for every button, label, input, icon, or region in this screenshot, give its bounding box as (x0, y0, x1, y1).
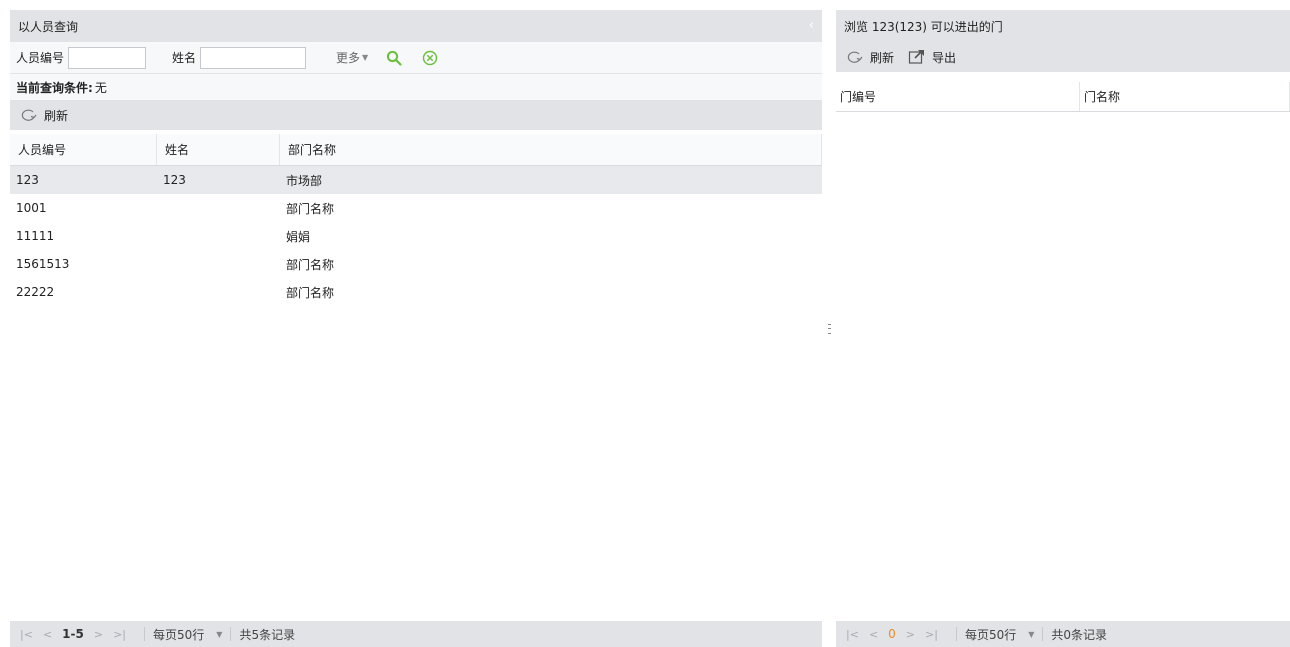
caret-down-icon: ▼ (1028, 629, 1035, 639)
last-page-icon[interactable]: >| (113, 628, 126, 641)
more-toggle[interactable]: 更多 ▼ (336, 49, 368, 66)
panel-splitter[interactable] (822, 10, 836, 647)
panel-header: 以人员查询 ‹ (10, 10, 822, 42)
page-size-select[interactable]: 每页50行 ▼ (153, 626, 222, 643)
search-bar: 人员编号 姓名 更多 ▼ (10, 42, 822, 74)
refresh-label: 刷新 (870, 50, 895, 65)
export-button[interactable]: 导出 (908, 49, 956, 66)
pager-divider (1042, 627, 1044, 641)
cell-name (157, 250, 280, 278)
clear-icon[interactable] (422, 50, 438, 66)
next-page-icon[interactable]: > (94, 628, 103, 641)
pager-divider (144, 627, 145, 641)
cell-name (157, 222, 280, 250)
condition-value: 无 (94, 80, 107, 95)
cell-name (157, 278, 280, 306)
left-pager: |< < 1-5 > >| 每页50行 ▼ 共5条记录 (10, 621, 822, 647)
condition-label: 当前查询条件: (16, 80, 93, 95)
left-toolbar: 刷新 (10, 100, 822, 130)
page-range: 1-5 (62, 627, 84, 641)
drag-handle-icon[interactable] (827, 323, 831, 334)
panel-title: 浏览 123(123) 可以进出的门 (844, 19, 1003, 34)
panel-title: 以人员查询 (18, 19, 79, 34)
query-condition: 当前查询条件: 无 (10, 74, 822, 100)
total-records: 共5条记录 (239, 627, 296, 642)
personnel-number-input[interactable] (68, 46, 147, 69)
pager-divider (230, 627, 232, 641)
personnel-number-label: 人员编号 (16, 51, 65, 65)
table-row[interactable]: 123 123 市场部 (10, 166, 822, 194)
refresh-button[interactable]: 刷新 (846, 49, 894, 66)
right-pager: |< < 0 > >| 每页50行 ▼ 共0条记录 (836, 621, 1290, 647)
column-door-name[interactable]: 门名称 (1080, 82, 1290, 111)
page-range: 0 (888, 627, 896, 641)
column-department[interactable]: 部门名称 (280, 134, 822, 165)
caret-down-icon: ▼ (216, 629, 223, 639)
prev-page-icon[interactable]: < (869, 628, 878, 641)
last-page-icon[interactable]: >| (925, 628, 938, 641)
cell-department: 市场部 (286, 173, 323, 188)
cell-personnel-number: 11111 (16, 229, 55, 243)
cell-department: 部门名称 (286, 201, 335, 216)
cell-name: 123 (163, 173, 186, 187)
name-input[interactable] (200, 46, 307, 69)
table-row[interactable]: 1561513 部门名称 (10, 250, 822, 278)
grid-header: 门编号 门名称 (836, 82, 1290, 112)
next-page-icon[interactable]: > (906, 628, 915, 641)
page-size-select[interactable]: 每页50行 ▼ (965, 626, 1034, 643)
table-row[interactable]: 1001 部门名称 (10, 194, 822, 222)
cell-personnel-number: 1001 (16, 201, 47, 215)
cell-personnel-number: 1561513 (16, 257, 70, 271)
refresh-icon (21, 109, 37, 121)
doors-panel: 浏览 123(123) 可以进出的门 刷新 导出 门编号 门名称 |< < 0 … (836, 10, 1290, 647)
cell-personnel-number: 22222 (16, 285, 55, 299)
cell-department: 部门名称 (286, 257, 335, 272)
grid-body: 123 123 市场部 1001 部门名称 11111 娟娟 1561513 部… (10, 166, 822, 306)
right-toolbar: 刷新 导出 (836, 42, 1290, 72)
refresh-button[interactable]: 刷新 (20, 107, 68, 124)
caret-down-icon: ▼ (362, 53, 369, 62)
export-icon (908, 50, 925, 64)
more-label: 更多 (336, 51, 361, 65)
pager-divider (955, 627, 957, 641)
person-query-panel: 以人员查询 ‹ 人员编号 姓名 更多 ▼ 当前查询条件: 无 刷新 人员编号 姓… (10, 10, 822, 647)
page-size-label: 每页50行 (153, 627, 205, 642)
page-size-label: 每页50行 (964, 627, 1017, 642)
search-icon[interactable] (386, 50, 402, 66)
cell-name (157, 194, 280, 222)
collapse-icon[interactable]: ‹ (809, 18, 814, 33)
refresh-label: 刷新 (44, 108, 69, 123)
grid-header: 人员编号 姓名 部门名称 (10, 134, 822, 166)
column-door-number[interactable]: 门编号 (836, 82, 1080, 111)
prev-page-icon[interactable]: < (43, 628, 52, 641)
export-label: 导出 (932, 50, 957, 65)
first-page-icon[interactable]: |< (846, 628, 859, 641)
name-label: 姓名 (172, 51, 197, 65)
table-row[interactable]: 22222 部门名称 (10, 278, 822, 306)
column-name[interactable]: 姓名 (157, 134, 280, 165)
refresh-icon (847, 51, 863, 63)
cell-personnel-number: 123 (16, 173, 39, 187)
total-records: 共0条记录 (1051, 627, 1108, 642)
table-row[interactable]: 11111 娟娟 (10, 222, 822, 250)
column-personnel-number[interactable]: 人员编号 (10, 134, 157, 165)
cell-department: 娟娟 (286, 229, 311, 244)
cell-department: 部门名称 (286, 285, 335, 300)
first-page-icon[interactable]: |< (20, 628, 33, 641)
panel-header: 浏览 123(123) 可以进出的门 (836, 10, 1290, 42)
